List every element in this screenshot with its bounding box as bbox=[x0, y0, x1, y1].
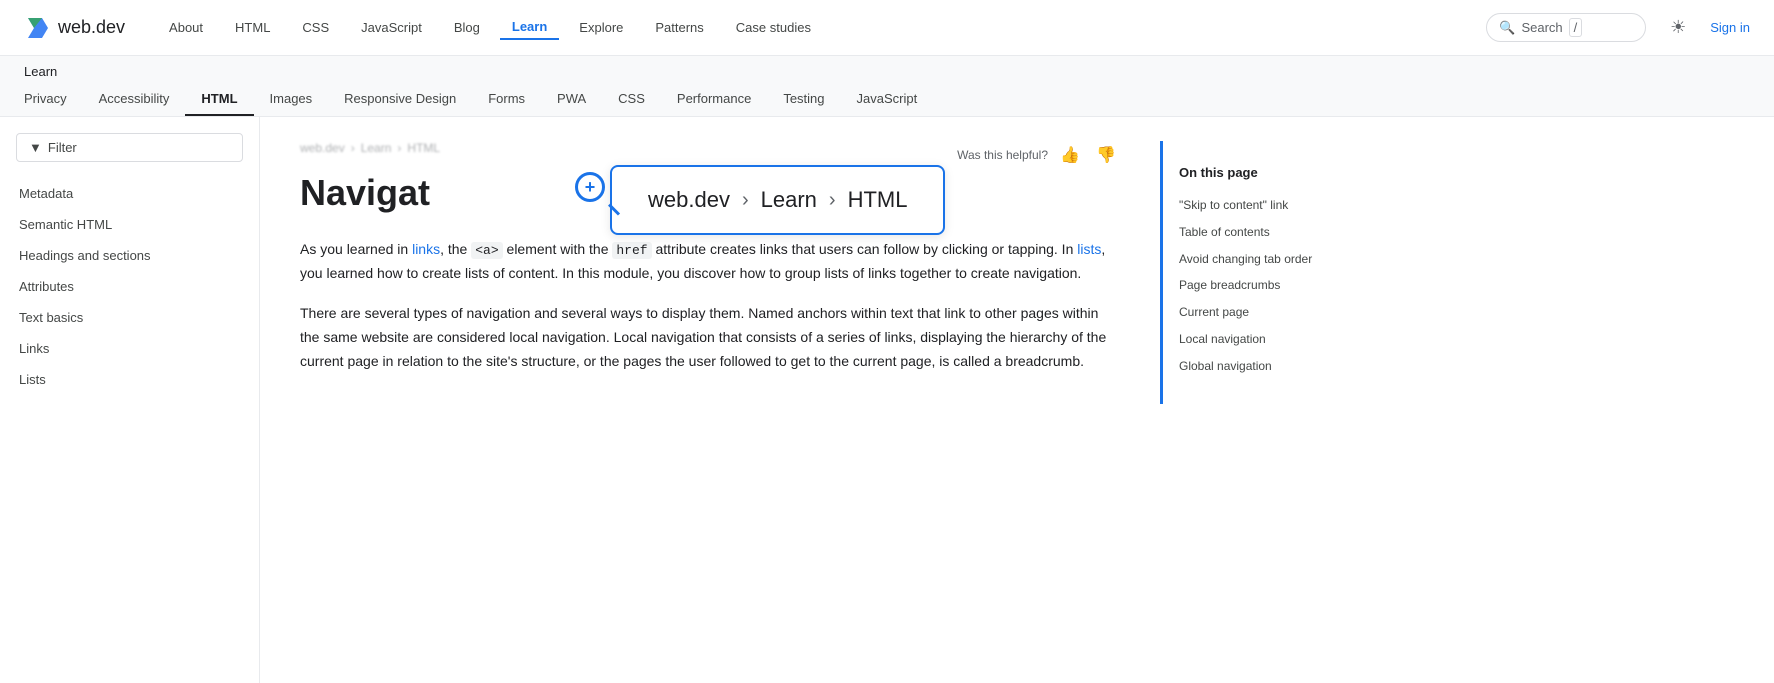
tab-performance[interactable]: Performance bbox=[661, 83, 767, 116]
sidebar-item-text-basics[interactable]: Text basics bbox=[0, 302, 259, 333]
sidebar-item-headings[interactable]: Headings and sections bbox=[0, 240, 259, 271]
search-label: Search bbox=[1521, 20, 1562, 35]
logo-icon bbox=[24, 14, 52, 42]
helpful-label: Was this helpful? bbox=[957, 148, 1048, 162]
tab-javascript[interactable]: JavaScript bbox=[841, 83, 934, 116]
overlay-html: HTML bbox=[848, 187, 908, 213]
tab-pwa[interactable]: PWA bbox=[541, 83, 602, 116]
nav-case-studies[interactable]: Case studies bbox=[724, 16, 823, 39]
magnifier-handle bbox=[608, 204, 620, 216]
tab-css[interactable]: CSS bbox=[602, 83, 661, 116]
toc-item-current-page[interactable]: Current page bbox=[1179, 299, 1364, 326]
sidebar-item-semantic-html[interactable]: Semantic HTML bbox=[0, 209, 259, 240]
tab-images[interactable]: Images bbox=[254, 83, 329, 116]
content-paragraph-1: As you learned in links, the <a> element… bbox=[300, 238, 1120, 286]
thumbs-up-button[interactable]: 👍 bbox=[1056, 141, 1084, 169]
magnifier-icon: + bbox=[575, 172, 619, 216]
overlay-sep-2: › bbox=[829, 189, 836, 212]
logo[interactable]: web.dev bbox=[24, 14, 125, 42]
right-sidebar: On this page "Skip to content" link Tabl… bbox=[1160, 141, 1380, 404]
magnifier-plus-icon: + bbox=[585, 178, 596, 196]
breadcrumb-html: HTML bbox=[407, 141, 440, 155]
tab-accessibility[interactable]: Accessibility bbox=[83, 83, 186, 116]
toc-item-local-nav[interactable]: Local navigation bbox=[1179, 326, 1364, 353]
breadcrumb-webdev[interactable]: web.dev bbox=[300, 141, 345, 155]
links-link[interactable]: links bbox=[412, 241, 440, 257]
search-icon: 🔍 bbox=[1499, 20, 1515, 36]
magnifier-circle: + bbox=[575, 172, 605, 202]
nav-learn[interactable]: Learn bbox=[500, 15, 559, 40]
nav-blog[interactable]: Blog bbox=[442, 16, 492, 39]
sub-nav-title: Learn bbox=[24, 56, 1750, 83]
breadcrumb-overlay: web.dev › Learn › HTML bbox=[610, 165, 945, 235]
search-shortcut: / bbox=[1569, 18, 1583, 37]
search-box[interactable]: 🔍 Search / bbox=[1486, 13, 1646, 42]
top-nav-links: About HTML CSS JavaScript Blog Learn Exp… bbox=[157, 15, 1486, 40]
tab-testing[interactable]: Testing bbox=[767, 83, 840, 116]
logo-text: web.dev bbox=[58, 17, 125, 38]
left-sidebar: ▼ Filter Metadata Semantic HTML Headings… bbox=[0, 117, 260, 683]
sign-in-button[interactable]: Sign in bbox=[1710, 20, 1750, 35]
tab-privacy[interactable]: Privacy bbox=[24, 83, 83, 116]
content-area: web.dev › Learn › HTML Was this helpful?… bbox=[260, 117, 1160, 683]
filter-icon: ▼ bbox=[29, 140, 42, 155]
overlay-webdev: web.dev bbox=[648, 187, 730, 213]
filter-button[interactable]: ▼ Filter bbox=[16, 133, 243, 162]
nav-explore[interactable]: Explore bbox=[567, 16, 635, 39]
theme-toggle-button[interactable]: ☀ bbox=[1662, 12, 1694, 44]
tab-html[interactable]: HTML bbox=[185, 83, 253, 116]
sidebar-item-metadata[interactable]: Metadata bbox=[0, 178, 259, 209]
toc-item-global-nav[interactable]: Global navigation bbox=[1179, 353, 1364, 380]
toc-item-toc[interactable]: Table of contents bbox=[1179, 219, 1364, 246]
nav-css[interactable]: CSS bbox=[290, 16, 341, 39]
breadcrumb-sep-2: › bbox=[397, 141, 401, 155]
top-nav: web.dev About HTML CSS JavaScript Blog L… bbox=[0, 0, 1774, 56]
toc-item-breadcrumbs[interactable]: Page breadcrumbs bbox=[1179, 272, 1364, 299]
toc-item-skip[interactable]: "Skip to content" link bbox=[1179, 192, 1364, 219]
filter-label: Filter bbox=[48, 140, 77, 155]
top-nav-right: 🔍 Search / ☀ Sign in bbox=[1486, 12, 1750, 44]
lists-link[interactable]: lists bbox=[1077, 241, 1101, 257]
nav-patterns[interactable]: Patterns bbox=[643, 16, 715, 39]
thumbs-down-button[interactable]: 👎 bbox=[1092, 141, 1120, 169]
main-layout: ▼ Filter Metadata Semantic HTML Headings… bbox=[0, 117, 1774, 683]
breadcrumb-learn[interactable]: Learn bbox=[361, 141, 392, 155]
content-paragraph-2: There are several types of navigation an… bbox=[300, 302, 1120, 373]
sidebar-item-attributes[interactable]: Attributes bbox=[0, 271, 259, 302]
overlay-sep-1: › bbox=[742, 189, 749, 212]
nav-about[interactable]: About bbox=[157, 16, 215, 39]
on-this-page-title: On this page bbox=[1179, 165, 1364, 180]
breadcrumb-sep-1: › bbox=[351, 141, 355, 155]
sub-nav: Learn Privacy Accessibility HTML Images … bbox=[0, 56, 1774, 117]
sidebar-item-lists[interactable]: Lists bbox=[0, 364, 259, 395]
sub-nav-tabs: Privacy Accessibility HTML Images Respon… bbox=[24, 83, 1750, 116]
overlay-learn: Learn bbox=[761, 187, 817, 213]
nav-html[interactable]: HTML bbox=[223, 16, 282, 39]
tab-responsive-design[interactable]: Responsive Design bbox=[328, 83, 472, 116]
helpful-area: Was this helpful? 👍 👎 bbox=[957, 141, 1120, 169]
tab-forms[interactable]: Forms bbox=[472, 83, 541, 116]
sidebar-item-links[interactable]: Links bbox=[0, 333, 259, 364]
nav-javascript[interactable]: JavaScript bbox=[349, 16, 434, 39]
toc-item-tab-order[interactable]: Avoid changing tab order bbox=[1179, 246, 1364, 273]
